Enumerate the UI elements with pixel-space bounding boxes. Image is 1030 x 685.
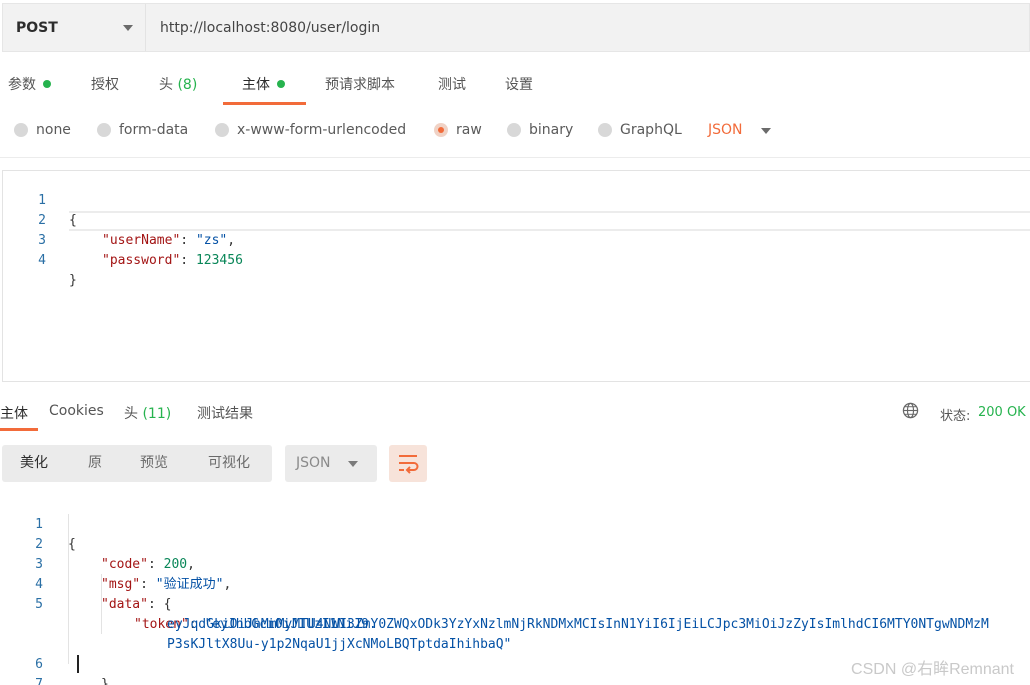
tab-headers-count: (8): [177, 77, 198, 93]
code-text: }: [69, 273, 77, 288]
code-line: 2 "userName": "zs",: [3, 191, 1030, 248]
chevron-down-icon: [348, 461, 358, 467]
view-visualize-button[interactable]: 可视化: [208, 445, 250, 482]
tab-body-label: 主体: [242, 77, 270, 93]
radio-circle-icon: [507, 123, 521, 137]
radio-circle-icon: [14, 123, 28, 137]
view-pretty-button[interactable]: 美化: [20, 445, 48, 482]
tab-auth[interactable]: 授权: [91, 72, 119, 100]
code-line: 3 "msg": "验证成功",: [0, 535, 1028, 592]
request-url-bar: POST http://localhost:8080/user/login: [2, 3, 1030, 52]
code-text: "password": 123456: [102, 253, 243, 268]
status-label: 状态:: [940, 409, 971, 424]
radio-selected-icon: [434, 123, 448, 137]
tab-tests-label: 测试: [438, 77, 466, 93]
tab-settings[interactable]: 设置: [505, 72, 533, 100]
text-cursor: [77, 655, 79, 673]
code-text: }: [101, 677, 109, 685]
radio-form-data[interactable]: form-data: [97, 122, 188, 138]
code-line: eyJqdGkiOiJhMmMyMTU4NWI3ZmY0ZWQxODk3YzYx…: [0, 595, 1028, 632]
code-line: 3 "password": 123456: [3, 211, 1030, 268]
response-format-select[interactable]: JSON: [285, 445, 377, 482]
status-dot-icon: [277, 80, 285, 88]
tab-params-label: 参数: [8, 77, 36, 93]
radio-binary[interactable]: binary: [507, 122, 573, 138]
method-label: POST: [16, 19, 58, 36]
status-badge: 200 OK: [978, 405, 1026, 420]
tab-response-headers-label: 头: [124, 406, 138, 422]
response-format-label: JSON: [296, 455, 331, 471]
divider: [0, 157, 1030, 158]
radio-urlencoded[interactable]: x-www-form-urlencoded: [215, 122, 406, 138]
body-language-select[interactable]: JSON: [708, 122, 743, 138]
radio-circle-icon: [97, 123, 111, 137]
wrap-lines-button[interactable]: [389, 445, 427, 482]
radio-none[interactable]: none: [14, 122, 71, 138]
watermark: CSDN @右眸Remnant: [851, 661, 1014, 678]
status-dot-icon: [43, 80, 51, 88]
response-tabs: 主体 Cookies 头 (11) 测试结果 状态: 200 OK: [0, 398, 1030, 432]
url-input[interactable]: http://localhost:8080/user/login: [146, 20, 380, 36]
globe-icon[interactable]: [902, 402, 919, 419]
chevron-down-icon: [123, 25, 133, 31]
request-tabs: 参数 授权 头 (8) 主体 预请求脚本 测试 设置: [0, 72, 560, 106]
code-line: 1 {: [3, 171, 1030, 228]
line-number: 7: [35, 677, 43, 685]
active-tab-indicator: [0, 428, 38, 431]
tab-settings-label: 设置: [505, 77, 533, 93]
radio-graphql[interactable]: GraphQL: [598, 122, 682, 138]
tab-response-headers-count: (11): [142, 406, 172, 422]
tab-body[interactable]: 主体: [242, 72, 285, 100]
radio-raw[interactable]: raw: [434, 122, 482, 138]
tab-headers[interactable]: 头 (8): [159, 72, 197, 100]
code-line: 5 "token": "eyJhbGciOiJIUzI1NiJ9.: [0, 575, 1028, 632]
code-line: 1 {: [0, 495, 1028, 552]
tab-response-headers[interactable]: 头 (11): [124, 403, 171, 423]
json-value: 123456: [195, 253, 243, 268]
code-line: 6 }: [0, 635, 1028, 685]
tab-headers-label: 头: [159, 77, 173, 93]
tab-test-results[interactable]: 测试结果: [197, 403, 253, 423]
method-select[interactable]: POST: [3, 4, 146, 51]
wrap-lines-icon: [399, 455, 419, 474]
radio-graphql-label: GraphQL: [620, 122, 682, 138]
active-tab-indicator: [223, 102, 306, 105]
radio-circle-icon: [215, 123, 229, 137]
response-view-switch: 美化 原 预览 可视化: [2, 445, 272, 482]
code-line: 2 "code": 200,: [0, 515, 1028, 572]
code-line: 4 }: [3, 231, 1030, 288]
view-preview-button[interactable]: 预览: [140, 445, 168, 482]
radio-circle-icon: [598, 123, 612, 137]
chevron-down-icon[interactable]: [761, 128, 771, 134]
code-line: 4 "data": {: [0, 555, 1028, 612]
body-type-options: none form-data x-www-form-urlencoded raw…: [0, 118, 1030, 146]
request-body-editor[interactable]: 1 { 2 "userName": "zs", 3 "password": 12…: [2, 170, 1030, 382]
tab-cookies[interactable]: Cookies: [49, 403, 104, 419]
code-line: P3sKJltX8Uu-y1p2NqaU1jjXcNMoLBQTptdaIhih…: [0, 615, 1028, 652]
radio-none-label: none: [36, 122, 71, 138]
radio-form-data-label: form-data: [119, 122, 189, 138]
tab-tests[interactable]: 测试: [438, 72, 466, 100]
tab-pre-request-script[interactable]: 预请求脚本: [325, 72, 395, 100]
radio-binary-label: binary: [529, 122, 574, 138]
tab-response-body[interactable]: 主体: [0, 403, 28, 423]
tab-params[interactable]: 参数: [8, 72, 51, 100]
tab-pre-request-label: 预请求脚本: [325, 77, 395, 93]
radio-urlencoded-label: x-www-form-urlencoded: [237, 122, 407, 138]
json-key: "password": [102, 253, 181, 268]
radio-raw-label: raw: [456, 122, 482, 138]
line-number: 4: [38, 253, 46, 268]
view-raw-button[interactable]: 原: [88, 445, 102, 482]
tab-auth-label: 授权: [91, 77, 119, 93]
